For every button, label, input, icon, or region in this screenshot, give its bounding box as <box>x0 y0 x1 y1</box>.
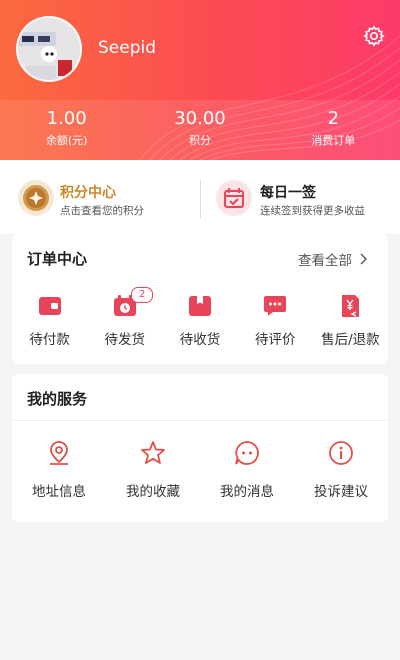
username: Seepid <box>98 38 157 58</box>
order-item-label: 待付款 <box>29 332 70 348</box>
service-label: 投诉建议 <box>314 484 368 500</box>
service-messages[interactable]: 我的消息 <box>200 440 294 506</box>
settings-gear-icon[interactable] <box>362 24 386 48</box>
profile-header: Seepid 1.00 余额(元) 30.00 积分 2 消费订单 <box>0 0 400 160</box>
service-label: 我的消息 <box>220 484 274 500</box>
order-item-label: 待收货 <box>179 332 221 348</box>
order-pending-receipt[interactable]: 待收货 <box>162 294 237 354</box>
order-center-title: 订单中心 <box>27 250 88 268</box>
order-item-label: 待评价 <box>254 332 296 348</box>
order-status-row: 待付款 2 待发货 待收货 待评价 售后/退款 <box>12 287 388 354</box>
stat-value: 1.00 <box>46 108 87 129</box>
chevron-right-icon <box>360 253 367 265</box>
refund-icon <box>342 295 360 317</box>
stats-bar: 1.00 余额(元) 30.00 积分 2 消费订单 <box>0 100 400 160</box>
my-services-title: 我的服务 <box>27 390 88 408</box>
see-all-label: 查看全部 <box>298 253 352 269</box>
message-icon <box>235 441 259 465</box>
stat-orders[interactable]: 2 消费订单 <box>267 100 400 160</box>
info-icon <box>329 441 353 465</box>
wallet-icon <box>38 297 61 315</box>
service-feedback[interactable]: 投诉建议 <box>294 440 388 506</box>
services-row: 地址信息 我的收藏 我的消息 投诉建议 <box>12 440 388 506</box>
stat-value: 2 <box>327 108 340 129</box>
avatar[interactable] <box>16 16 82 82</box>
service-label: 地址信息 <box>32 484 86 500</box>
points-center-title: 积分中心 <box>60 185 116 201</box>
service-favorites[interactable]: 我的收藏 <box>106 440 200 506</box>
daily-checkin-title: 每日一签 <box>260 185 316 201</box>
daily-checkin-button[interactable]: 每日一签 连续签到获得更多收益 <box>200 160 400 234</box>
order-center-card: 订单中心 查看全部 待付款 2 待发货 待收货 待评价 售后/退款 <box>12 234 388 364</box>
avatar-image <box>18 18 80 80</box>
points-center-button[interactable]: 积分中心 点击查看您的积分 <box>0 160 200 234</box>
stat-label: 余额(元) <box>45 134 88 147</box>
star-icon <box>141 441 165 464</box>
service-label: 我的收藏 <box>126 484 180 500</box>
location-pin-icon <box>50 441 68 465</box>
order-item-label: 待发货 <box>104 332 146 348</box>
stat-points[interactable]: 30.00 积分 <box>133 100 266 160</box>
stat-balance[interactable]: 1.00 余额(元) <box>0 100 133 160</box>
package-icon <box>189 296 211 316</box>
order-after-sales-refund[interactable]: 售后/退款 <box>313 294 388 354</box>
daily-checkin-subtitle: 连续签到获得更多收益 <box>260 205 365 217</box>
service-address[interactable]: 地址信息 <box>12 440 106 506</box>
stat-label: 消费订单 <box>311 134 356 147</box>
order-count-badge: 2 <box>131 287 154 303</box>
points-coin-icon <box>18 180 54 216</box>
my-services-card: 我的服务 地址信息 我的收藏 我的消息 投诉建议 <box>12 374 388 522</box>
order-pending-payment[interactable]: 待付款 <box>12 294 87 354</box>
see-all-orders-link[interactable]: 查看全部 <box>298 249 370 269</box>
card-divider <box>12 420 388 421</box>
calendar-check-icon <box>216 180 252 216</box>
stat-value: 30.00 <box>174 108 226 129</box>
order-pending-review[interactable]: 待评价 <box>238 294 313 354</box>
chat-bubble-icon <box>264 296 287 316</box>
order-item-label: 售后/退款 <box>321 332 380 348</box>
points-center-subtitle: 点击查看您的积分 <box>60 205 144 217</box>
stat-label: 积分 <box>188 134 211 147</box>
quick-actions: 积分中心 点击查看您的积分 每日一签 连续签到获得更多收益 <box>0 160 400 234</box>
order-pending-shipment[interactable]: 2 待发货 <box>87 287 162 354</box>
